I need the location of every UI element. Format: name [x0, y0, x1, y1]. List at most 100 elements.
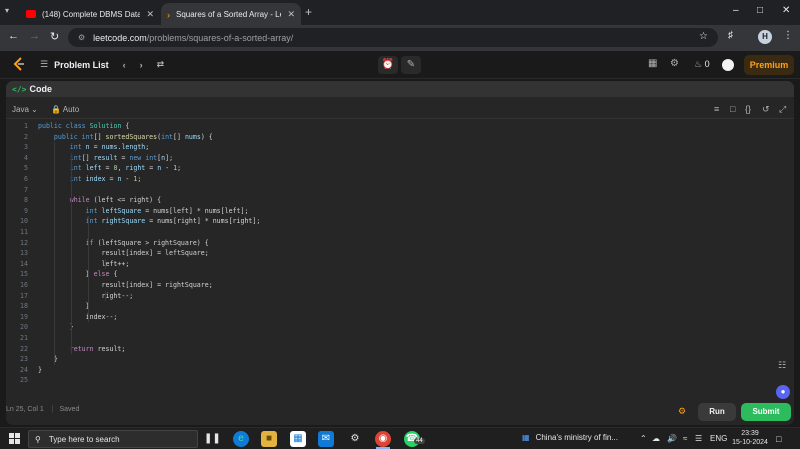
minimize-icon[interactable]: –	[733, 5, 739, 16]
cloud-icon[interactable]: ☁	[652, 434, 660, 443]
forward-icon[interactable]: →	[29, 30, 40, 42]
edge-icon[interactable]: e	[233, 431, 249, 447]
settings-icon[interactable]: ⚙	[347, 431, 363, 447]
problem-list-nav[interactable]: ☰ Problem List ‹ › ⇄	[40, 59, 164, 70]
line-code: int[] result = new int[n];	[69, 153, 174, 162]
close-tab-icon[interactable]: ✕	[146, 9, 154, 20]
whatsapp-badge: 44	[414, 438, 425, 444]
line-number: 4	[24, 153, 28, 162]
cursor-position: Ln 25, Col 1	[6, 406, 44, 413]
taskbar-search-placeholder: Type here to search	[48, 434, 120, 444]
bookmark-icon[interactable]: □	[730, 104, 735, 114]
file-explorer-icon[interactable]: ■	[261, 431, 277, 447]
line-number: 5	[24, 164, 28, 173]
line-number: 22	[20, 344, 28, 353]
leetcode-icon: ›	[167, 10, 170, 20]
line-number: 13	[20, 249, 28, 258]
line-number: 3	[24, 143, 28, 152]
tray-overflow-icon[interactable]: ⌃	[640, 434, 647, 443]
leetcode-logo-icon[interactable]	[12, 57, 26, 71]
store-icon[interactable]: ▦	[290, 431, 306, 447]
list-icon: ☰	[40, 59, 49, 69]
search-icon: ⚲	[35, 434, 41, 444]
assistant-bot-icon[interactable]: ●	[776, 385, 790, 399]
line-number: 2	[24, 132, 28, 141]
profile-avatar[interactable]: H	[758, 30, 772, 44]
debug-icon[interactable]: ⚙	[678, 406, 686, 417]
extensions-icon[interactable]: ♯	[728, 30, 733, 41]
line-code: left++;	[38, 259, 130, 268]
line-number: 6	[24, 175, 28, 183]
line-number: 23	[20, 355, 28, 364]
task-view-icon[interactable]: ❚❚	[204, 431, 221, 447]
leetcode-header: ☰ Problem List ‹ › ⇄ ⏰ ✎ ▦ ⚙ ♨ 0 Premium	[0, 51, 800, 79]
saved-status: Saved	[59, 406, 80, 413]
line-number: 19	[20, 312, 28, 321]
new-tab-button[interactable]: +	[305, 5, 312, 19]
mail-icon[interactable]: ✉	[318, 431, 334, 447]
line-number: 18	[20, 302, 28, 311]
layout-grid-icon[interactable]: ▦	[648, 58, 657, 69]
close-tab-icon[interactable]: ✕	[287, 9, 295, 20]
line-number: 24	[20, 365, 28, 374]
streak-counter[interactable]: ♨ 0	[694, 59, 710, 70]
site-info-icon[interactable]: ⚙	[78, 33, 85, 42]
browser-tab-strip: ▾ (148) Complete DBMS Data Ba ✕ › Square…	[0, 0, 800, 25]
window-close-icon[interactable]: ✕	[782, 5, 790, 16]
system-clock[interactable]: 23:39 15-10-2024	[732, 429, 768, 447]
chrome-icon[interactable]: ◉	[375, 431, 391, 447]
format-icon[interactable]: ≡	[714, 104, 719, 114]
notes-icon[interactable]: ✎	[401, 56, 421, 74]
taskbar-search[interactable]: ⚲ Type here to search	[28, 430, 198, 448]
browser-toolbar: ← → ↻ ⚙ leetcode.com/problems/squares-of…	[0, 25, 800, 51]
wifi-icon[interactable]: ≈	[683, 434, 687, 443]
code-editor[interactable]: 1 public class Solution {2 public int[] s…	[6, 121, 794, 407]
maximize-icon[interactable]: □	[757, 5, 763, 16]
line-code: index--;	[38, 312, 118, 321]
line-code: public int[] sortedSquares(int[] nums) {	[53, 132, 213, 141]
auto-mode-toggle[interactable]: 🔒 Auto	[51, 105, 79, 114]
user-avatar[interactable]	[722, 59, 734, 71]
notification-icon[interactable]: □	[776, 434, 781, 444]
timer-icon[interactable]: ⏰	[378, 56, 398, 74]
line-number: 21	[20, 334, 28, 342]
reset-icon[interactable]: ↺	[762, 104, 770, 115]
premium-button[interactable]: Premium	[744, 55, 794, 75]
language-selector[interactable]: Java ⌄	[12, 105, 38, 114]
settings-gear-icon[interactable]: ⚙	[670, 58, 679, 69]
windows-start-icon[interactable]	[9, 433, 20, 444]
input-language[interactable]: ENG	[710, 434, 727, 443]
reload-icon[interactable]: ↻	[50, 30, 59, 43]
problem-list-label: Problem List	[54, 59, 109, 70]
bookmark-star-icon[interactable]: ☆	[699, 31, 708, 42]
browser-menu-icon[interactable]: ⋮	[783, 30, 793, 41]
next-problem-icon[interactable]: ›	[140, 60, 143, 70]
indent-guide	[54, 142, 55, 365]
line-code: result[index] = leftSquare;	[38, 249, 209, 258]
shuffle-icon[interactable]: ⇄	[157, 59, 165, 70]
side-panel-icon[interactable]: ☷	[778, 360, 786, 371]
network-icon[interactable]: ☰	[695, 434, 702, 443]
fullscreen-icon[interactable]: ⤢	[779, 104, 786, 115]
clock-date: 15-10-2024	[732, 439, 768, 446]
back-icon[interactable]: ←	[8, 30, 19, 42]
submit-button[interactable]: Submit	[741, 403, 791, 421]
news-widget[interactable]: ▦ China's ministry of fin...	[522, 433, 618, 442]
prev-problem-icon[interactable]: ‹	[123, 60, 126, 70]
line-code: right--;	[38, 291, 134, 300]
line-code: result[index] = rightSquare;	[38, 281, 213, 289]
indent-guide	[71, 152, 72, 355]
volume-icon[interactable]: 🔊	[667, 434, 677, 443]
tab-search-icon[interactable]: ▾	[5, 6, 9, 15]
url-host: leetcode.com	[93, 32, 147, 43]
line-code: int left = 0, right = n - 1;	[69, 164, 182, 173]
status-divider: |	[51, 406, 54, 413]
line-number: 9	[24, 206, 28, 215]
browser-tab-leetcode[interactable]: › Squares of a Sorted Array - Lee ✕	[161, 3, 301, 25]
braces-icon[interactable]: {}	[745, 104, 751, 114]
windows-taskbar: ⚲ Type here to search ❚❚ e ■ ▦ ✉ ⚙ ◉ ☎ 4…	[0, 427, 800, 449]
address-bar[interactable]: ⚙ leetcode.com/problems/squares-of-a-sor…	[68, 28, 718, 47]
run-button[interactable]: Run	[698, 403, 736, 421]
browser-tab-dbms[interactable]: (148) Complete DBMS Data Ba ✕	[20, 3, 160, 25]
auto-mode-label: Auto	[62, 105, 80, 114]
